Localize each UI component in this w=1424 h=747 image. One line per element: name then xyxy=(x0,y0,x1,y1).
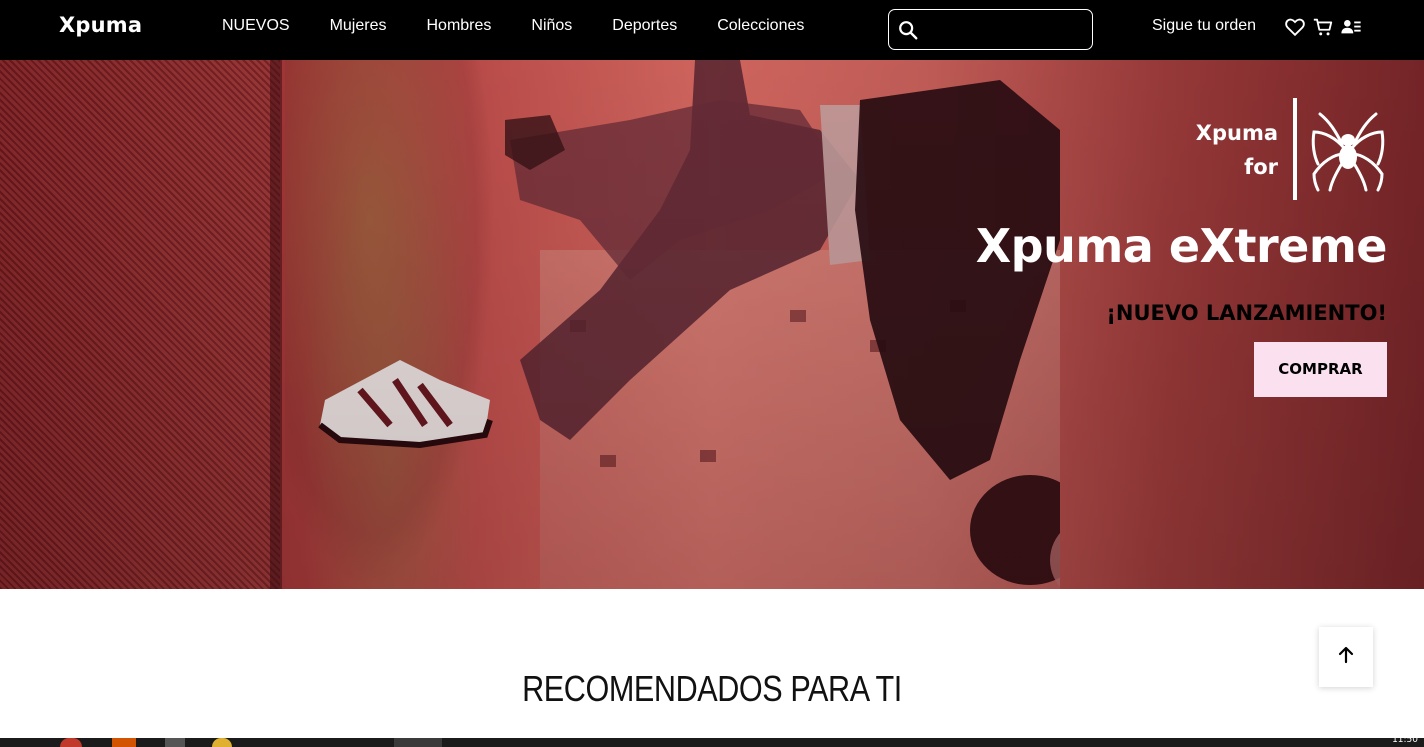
cart-icon[interactable] xyxy=(1312,16,1334,38)
taskbar-app-icon[interactable] xyxy=(165,738,185,747)
nav-menu: NUEVOS Mujeres Hombres Niños Deportes Co… xyxy=(222,17,804,35)
hero-logo-line2: for xyxy=(1244,155,1278,179)
taskbar-clock: 11:50 xyxy=(1392,735,1418,745)
track-order-link[interactable]: Sigue tu orden xyxy=(1152,17,1256,35)
search-box[interactable] xyxy=(888,9,1093,50)
nav-link-deportes[interactable]: Deportes xyxy=(612,17,677,35)
nav-link-ninos[interactable]: Niños xyxy=(531,17,572,35)
arrow-up-icon xyxy=(1338,646,1354,664)
user-icon[interactable] xyxy=(1340,16,1362,38)
nav-link-mujeres[interactable]: Mujeres xyxy=(330,17,387,35)
search-input[interactable] xyxy=(925,15,1085,45)
taskbar-app-icon[interactable] xyxy=(112,738,136,747)
hero-logo-line1: Xpuma xyxy=(1195,121,1278,145)
search-icon[interactable] xyxy=(897,19,919,41)
hero-subtitle: ¡NUEVO LANZAMIENTO! xyxy=(1106,301,1387,325)
taskbar-app-icon[interactable] xyxy=(60,738,82,747)
spider-icon xyxy=(1311,112,1385,192)
brand-logo[interactable]: Xpuma xyxy=(59,13,142,37)
hero-banner: Xpuma for Xpuma eXtreme ¡NUEVO LANZAMIEN… xyxy=(0,60,1424,589)
recommended-section-title: RECOMENDADOS PARA TI xyxy=(522,668,902,709)
taskbar-active-app[interactable] xyxy=(394,738,442,747)
os-taskbar: 11:50 xyxy=(0,735,1424,747)
nav-link-hombres[interactable]: Hombres xyxy=(426,17,491,35)
nav-link-nuevos[interactable]: NUEVOS xyxy=(222,17,290,35)
nav-link-colecciones[interactable]: Colecciones xyxy=(717,17,804,35)
hero-logo-divider xyxy=(1293,98,1297,200)
top-navbar: Xpuma NUEVOS Mujeres Hombres Niños Depor… xyxy=(0,0,1424,60)
hero-collab-logo-text: Xpuma for xyxy=(1170,116,1278,184)
heart-icon[interactable] xyxy=(1284,16,1306,38)
scroll-to-top-button[interactable] xyxy=(1319,627,1373,687)
hero-title: Xpuma eXtreme xyxy=(975,219,1388,273)
taskbar-app-icon[interactable] xyxy=(212,738,232,747)
shop-now-button[interactable]: COMPRAR xyxy=(1254,342,1387,397)
